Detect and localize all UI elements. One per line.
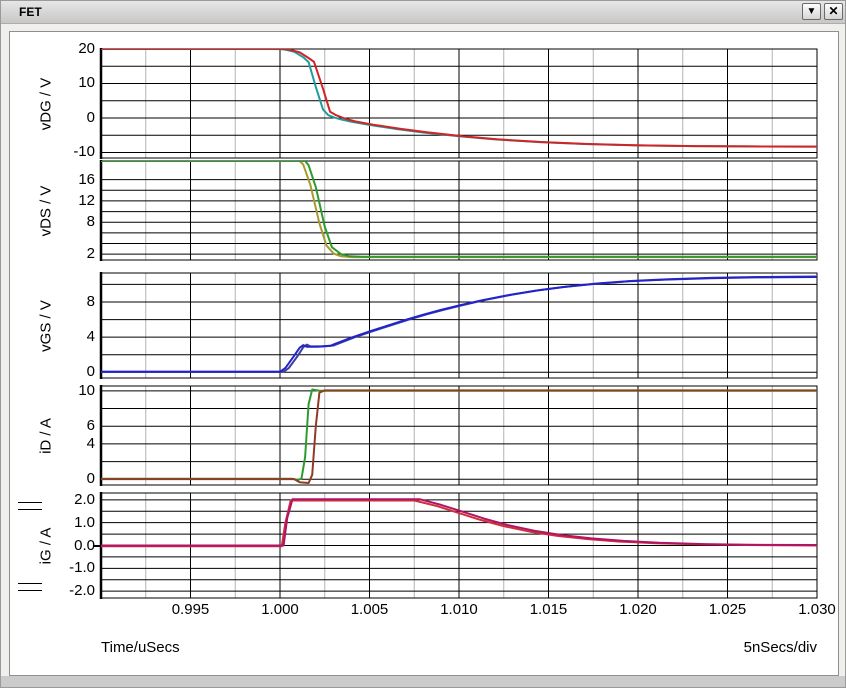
y-tick-label-id: 10 <box>43 383 95 399</box>
x-axis-scale-per-div: 5nSecs/div <box>744 639 817 656</box>
y-axis-label-ig[interactable]: iG / A <box>38 527 55 564</box>
x-tick-label: 1.005 <box>338 601 402 618</box>
y-tick-label-ig: 2.0 <box>43 492 95 508</box>
x-axis-title: Time/uSecs <box>101 639 180 656</box>
selected-axis-rule-top <box>18 502 42 510</box>
plot-layer: Time/uSecs 5nSecs/div 20100-10vDG / V161… <box>1 1 846 688</box>
x-tick-label: 1.030 <box>785 601 846 618</box>
y-tick-label-vdg: 20 <box>43 41 95 57</box>
x-tick-label: 1.025 <box>696 601 760 618</box>
plot-grid-vgs <box>99 272 821 379</box>
x-tick-label: 1.000 <box>248 601 312 618</box>
y-axis-label-vds[interactable]: vDS / V <box>38 185 55 236</box>
x-tick-label: 1.010 <box>427 601 491 618</box>
plot-grid-vdg <box>99 48 821 159</box>
y-tick-label-vds: 2 <box>43 246 95 262</box>
plot-grid-ig <box>99 492 821 599</box>
x-tick-label: 0.995 <box>159 601 223 618</box>
x-tick-label: 1.020 <box>606 601 670 618</box>
plot-grid-vds <box>99 160 821 261</box>
y-tick-label-id: 0 <box>43 471 95 487</box>
selected-axis-rule-bottom <box>18 583 42 591</box>
plot-grid-id <box>99 385 821 486</box>
x-tick-label: 1.015 <box>517 601 581 618</box>
y-axis-label-vgs[interactable]: vGS / V <box>38 300 55 352</box>
y-tick-label-vgs: 0 <box>43 364 95 380</box>
y-axis-zero-tick <box>93 545 100 547</box>
y-axis-label-id[interactable]: iD / A <box>38 418 55 454</box>
y-tick-label-vdg: -10 <box>43 144 95 160</box>
y-axis-label-vdg[interactable]: vDG / V <box>38 77 55 130</box>
waveform-window: FET ▼ ✕ Time/uSecs 5nSecs/div 20100-10vD… <box>0 0 846 688</box>
y-tick-label-ig: -2.0 <box>43 583 95 599</box>
window-bottom-edge <box>1 676 846 687</box>
